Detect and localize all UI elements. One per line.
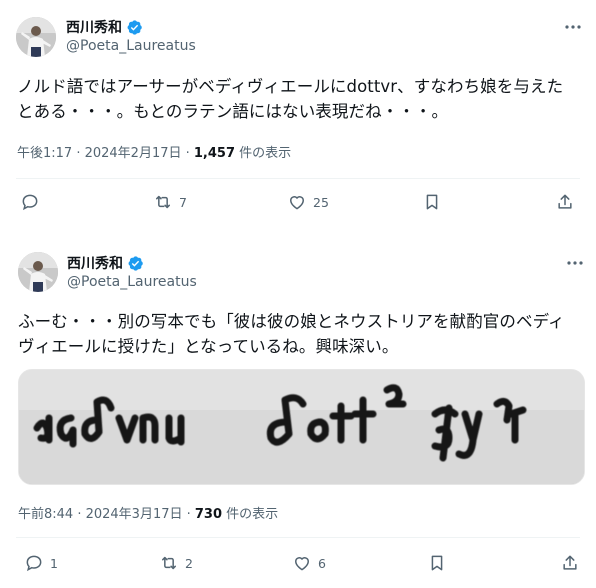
author-handle[interactable]: @Poeta_Laureatus — [66, 38, 196, 54]
timestamp[interactable]: 午前8:44 · 2024年3月17日 · — [18, 507, 195, 522]
share-icon — [555, 192, 575, 212]
tweet-meta: 午前8:44 · 2024年3月17日 · 730 件の表示 — [18, 503, 278, 522]
retweet-icon — [159, 553, 179, 573]
author-name-row[interactable]: 西川秀和 — [66, 17, 143, 37]
reply-icon — [20, 192, 40, 212]
bookmark-icon — [422, 192, 442, 212]
bookmark-button[interactable] — [427, 553, 447, 573]
divider — [16, 178, 580, 179]
retweet-button[interactable]: 2 — [159, 553, 193, 573]
tweet-meta: 午後1:17 · 2024年2月17日 · 1,457 件の表示 — [17, 142, 291, 161]
like-button[interactable]: 25 — [287, 192, 329, 212]
verified-badge-icon — [126, 19, 143, 36]
manuscript-image[interactable] — [18, 369, 585, 485]
views-label: 件の表示 — [222, 507, 279, 522]
heart-icon — [292, 553, 312, 573]
share-button[interactable] — [560, 553, 580, 573]
verified-badge-icon — [127, 255, 144, 272]
tweet-2[interactable]: 西川秀和 @Poeta_Laureatus ふーむ・・・別の写本でも「彼は彼の娘… — [0, 238, 596, 588]
bookmark-button[interactable] — [422, 192, 442, 212]
tweet-separator — [0, 226, 596, 238]
share-button[interactable] — [555, 192, 575, 212]
bookmark-icon — [427, 553, 447, 573]
avatar[interactable] — [18, 252, 58, 292]
tweet-text: ふーむ・・・別の写本でも「彼は彼の娘とネウストリアを献酌官のベディ ヴィエールに… — [18, 309, 588, 359]
share-icon — [560, 553, 580, 573]
tweet-text: ノルド語ではアーサーがベディヴィエールにdottvr、すなわち娘を与えた とある… — [17, 74, 587, 124]
reply-button[interactable] — [20, 192, 46, 212]
heart-icon — [287, 192, 307, 212]
author-display-name[interactable]: 西川秀和 — [66, 17, 122, 37]
like-count: 25 — [313, 194, 329, 210]
reply-button[interactable]: 1 — [24, 553, 58, 573]
reply-icon — [24, 553, 44, 573]
views-count: 730 — [194, 507, 223, 522]
retweet-icon — [153, 192, 173, 212]
tweet-text-line: とある・・・。もとのラテン語にはない表現だね・・・。 — [17, 102, 449, 121]
tweet-1[interactable]: 西川秀和 @Poeta_Laureatus ノルド語ではアーサーがベディヴィエー… — [0, 0, 596, 226]
author-display-name[interactable]: 西川秀和 — [67, 253, 123, 273]
like-count: 6 — [318, 555, 326, 571]
tweet-text-line: ふーむ・・・別の写本でも「彼は彼の娘とネウストリアを献酌官のベディ — [18, 312, 565, 331]
retweet-count: 2 — [185, 555, 193, 571]
tweet-text-line: ヴィエールに授けた」となっているね。興味深い。 — [18, 337, 399, 356]
timestamp[interactable]: 午後1:17 · 2024年2月17日 · — [17, 146, 194, 161]
more-dots-icon[interactable] — [563, 17, 583, 37]
author-handle[interactable]: @Poeta_Laureatus — [67, 274, 197, 290]
tweet-text-line: ノルド語ではアーサーがベディヴィエールにdottvr、すなわち娘を与えた — [17, 77, 564, 96]
retweet-button[interactable]: 7 — [153, 192, 187, 212]
views-label: 件の表示 — [235, 146, 292, 161]
author-name-row[interactable]: 西川秀和 — [67, 253, 144, 273]
like-button[interactable]: 6 — [292, 553, 326, 573]
retweet-count: 7 — [179, 194, 187, 210]
divider — [16, 537, 580, 538]
more-dots-icon[interactable] — [565, 253, 585, 273]
views-count: 1,457 — [193, 146, 236, 161]
reply-count: 1 — [50, 555, 58, 571]
avatar[interactable] — [16, 17, 56, 57]
